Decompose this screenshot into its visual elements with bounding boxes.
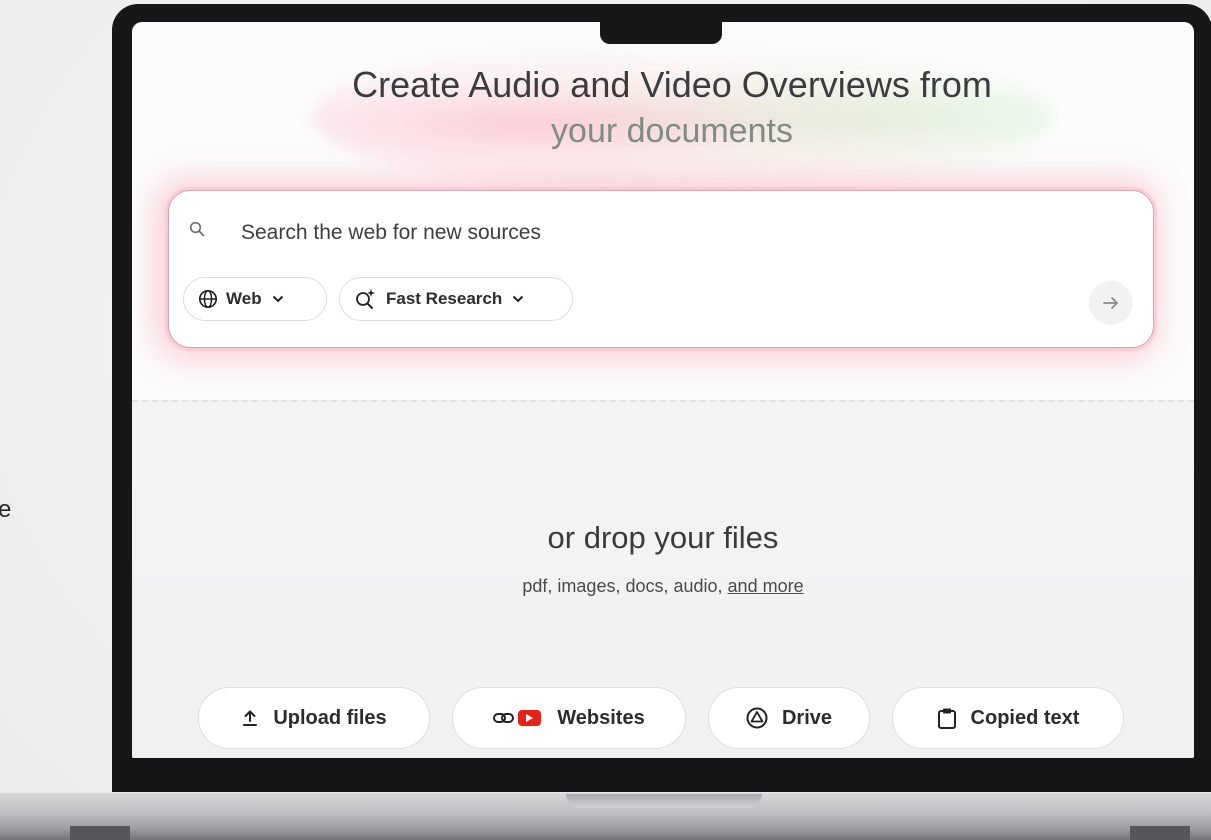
supported-types: pdf, images, docs, audio, (522, 576, 723, 596)
chevron-down-icon (513, 295, 524, 303)
upload-icon (241, 709, 259, 727)
more-types-link[interactable]: and more (728, 576, 804, 596)
title-line-2: your documents (551, 112, 793, 150)
source-dropdown-web[interactable]: Web (183, 277, 327, 321)
sparkle-search-icon (356, 289, 375, 309)
search-input[interactable] (239, 215, 1063, 251)
globe-icon (198, 289, 218, 309)
camera-notch (600, 4, 722, 44)
chevron-down-icon (272, 295, 283, 303)
drop-zone-title: or drop your files (547, 520, 779, 555)
research-mode-label: Fast Research (386, 289, 503, 308)
clipboard-icon (937, 707, 957, 729)
source-dropdown-label: Web (226, 289, 262, 308)
background-fragment: e (0, 496, 12, 523)
laptop-lid-notch (566, 794, 762, 808)
search-icon (189, 221, 205, 237)
drive-button[interactable]: Drive (708, 687, 870, 749)
websites-button[interactable]: Websites (452, 687, 686, 749)
copied-text-button[interactable]: Copied text (892, 687, 1124, 749)
websites-label: Websites (557, 706, 645, 729)
submit-search-button[interactable] (1089, 281, 1133, 325)
arrow-right-icon (1103, 297, 1118, 309)
upload-files-label: Upload files (273, 706, 387, 729)
drop-zone-subtitle: pdf, images, docs, audio, and more (132, 576, 1194, 597)
file-drop-zone[interactable]: or drop your files pdf, images, docs, au… (132, 400, 1194, 758)
page-title: Create Audio and Video Overviews from yo… (132, 62, 1194, 154)
drive-icon (746, 707, 768, 729)
laptop-stage: e Create Audio and Video Overviews from … (0, 0, 1211, 840)
copied-text-label: Copied text (970, 706, 1080, 729)
research-mode-dropdown[interactable]: Fast Research (339, 277, 573, 321)
laptop-foot-left (70, 826, 130, 840)
app-screen: Create Audio and Video Overviews from yo… (132, 22, 1194, 758)
laptop-chin (112, 758, 1211, 794)
search-card: Web Fast Research (168, 190, 1154, 348)
link-youtube-icon (493, 708, 543, 728)
laptop-foot-right (1130, 826, 1190, 840)
drive-label: Drive (781, 706, 833, 729)
title-line-1: Create Audio and Video Overviews from (352, 64, 992, 105)
upload-files-button[interactable]: Upload files (198, 687, 430, 749)
